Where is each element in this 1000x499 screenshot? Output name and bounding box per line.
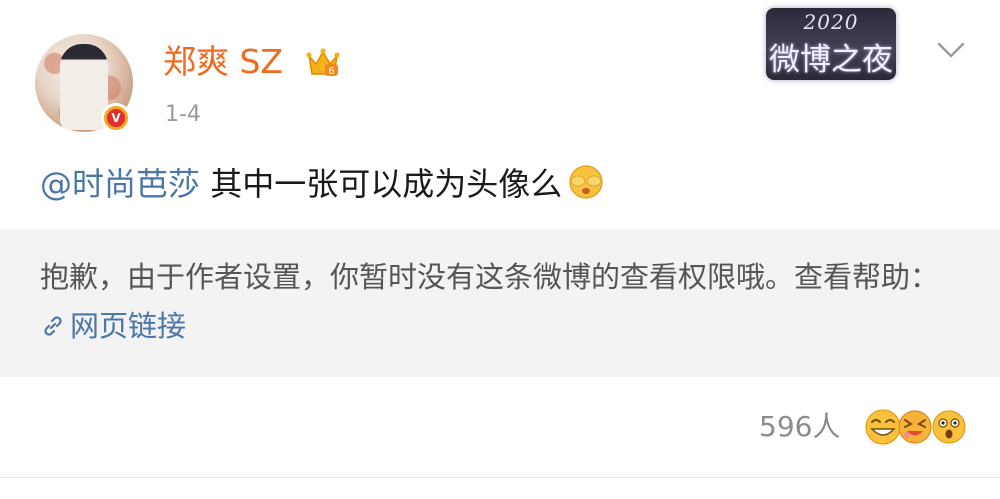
- link-icon: [44, 316, 62, 336]
- svg-text:6: 6: [328, 66, 334, 77]
- cover-face-emoji-icon: [569, 165, 603, 199]
- notice-message: 抱歉，由于作者设置，你暂时没有这条微博的查看权限哦。查看帮助：: [40, 260, 940, 294]
- event-badge[interactable]: 2020 微博之夜: [766, 8, 896, 80]
- web-link[interactable]: 网页链接: [40, 309, 186, 343]
- laugh-emoji-icon: [898, 410, 932, 444]
- reaction-count[interactable]: 596人: [759, 407, 840, 447]
- event-name: 微博之夜: [769, 42, 893, 78]
- post-text: @时尚芭莎 其中一张可以成为头像么: [40, 160, 606, 208]
- notice-text: 抱歉，由于作者设置，你暂时没有这条微博的查看权限哦。查看帮助： 网页链接: [40, 253, 960, 351]
- reaction-emojis[interactable]: [863, 405, 968, 449]
- verified-mark: V: [107, 109, 125, 127]
- verified-badge-icon: V: [101, 103, 131, 133]
- shocked-emoji-icon: [932, 410, 966, 444]
- grin-emoji-icon: [865, 409, 901, 445]
- divider: [0, 477, 1000, 478]
- post-body: 其中一张可以成为头像么: [200, 165, 563, 203]
- author-name[interactable]: 郑爽 SZ: [163, 42, 283, 82]
- post-timestamp: 1-4: [165, 102, 201, 127]
- crown-level-icon[interactable]: 6: [305, 44, 341, 80]
- event-year: 2020: [803, 10, 859, 34]
- restricted-notice: 抱歉，由于作者设置，你暂时没有这条微博的查看权限哦。查看帮助： 网页链接: [0, 229, 1000, 377]
- chevron-down-icon[interactable]: [936, 40, 966, 60]
- mention-link[interactable]: @时尚芭莎: [40, 165, 200, 203]
- web-link-label[interactable]: 网页链接: [70, 309, 186, 343]
